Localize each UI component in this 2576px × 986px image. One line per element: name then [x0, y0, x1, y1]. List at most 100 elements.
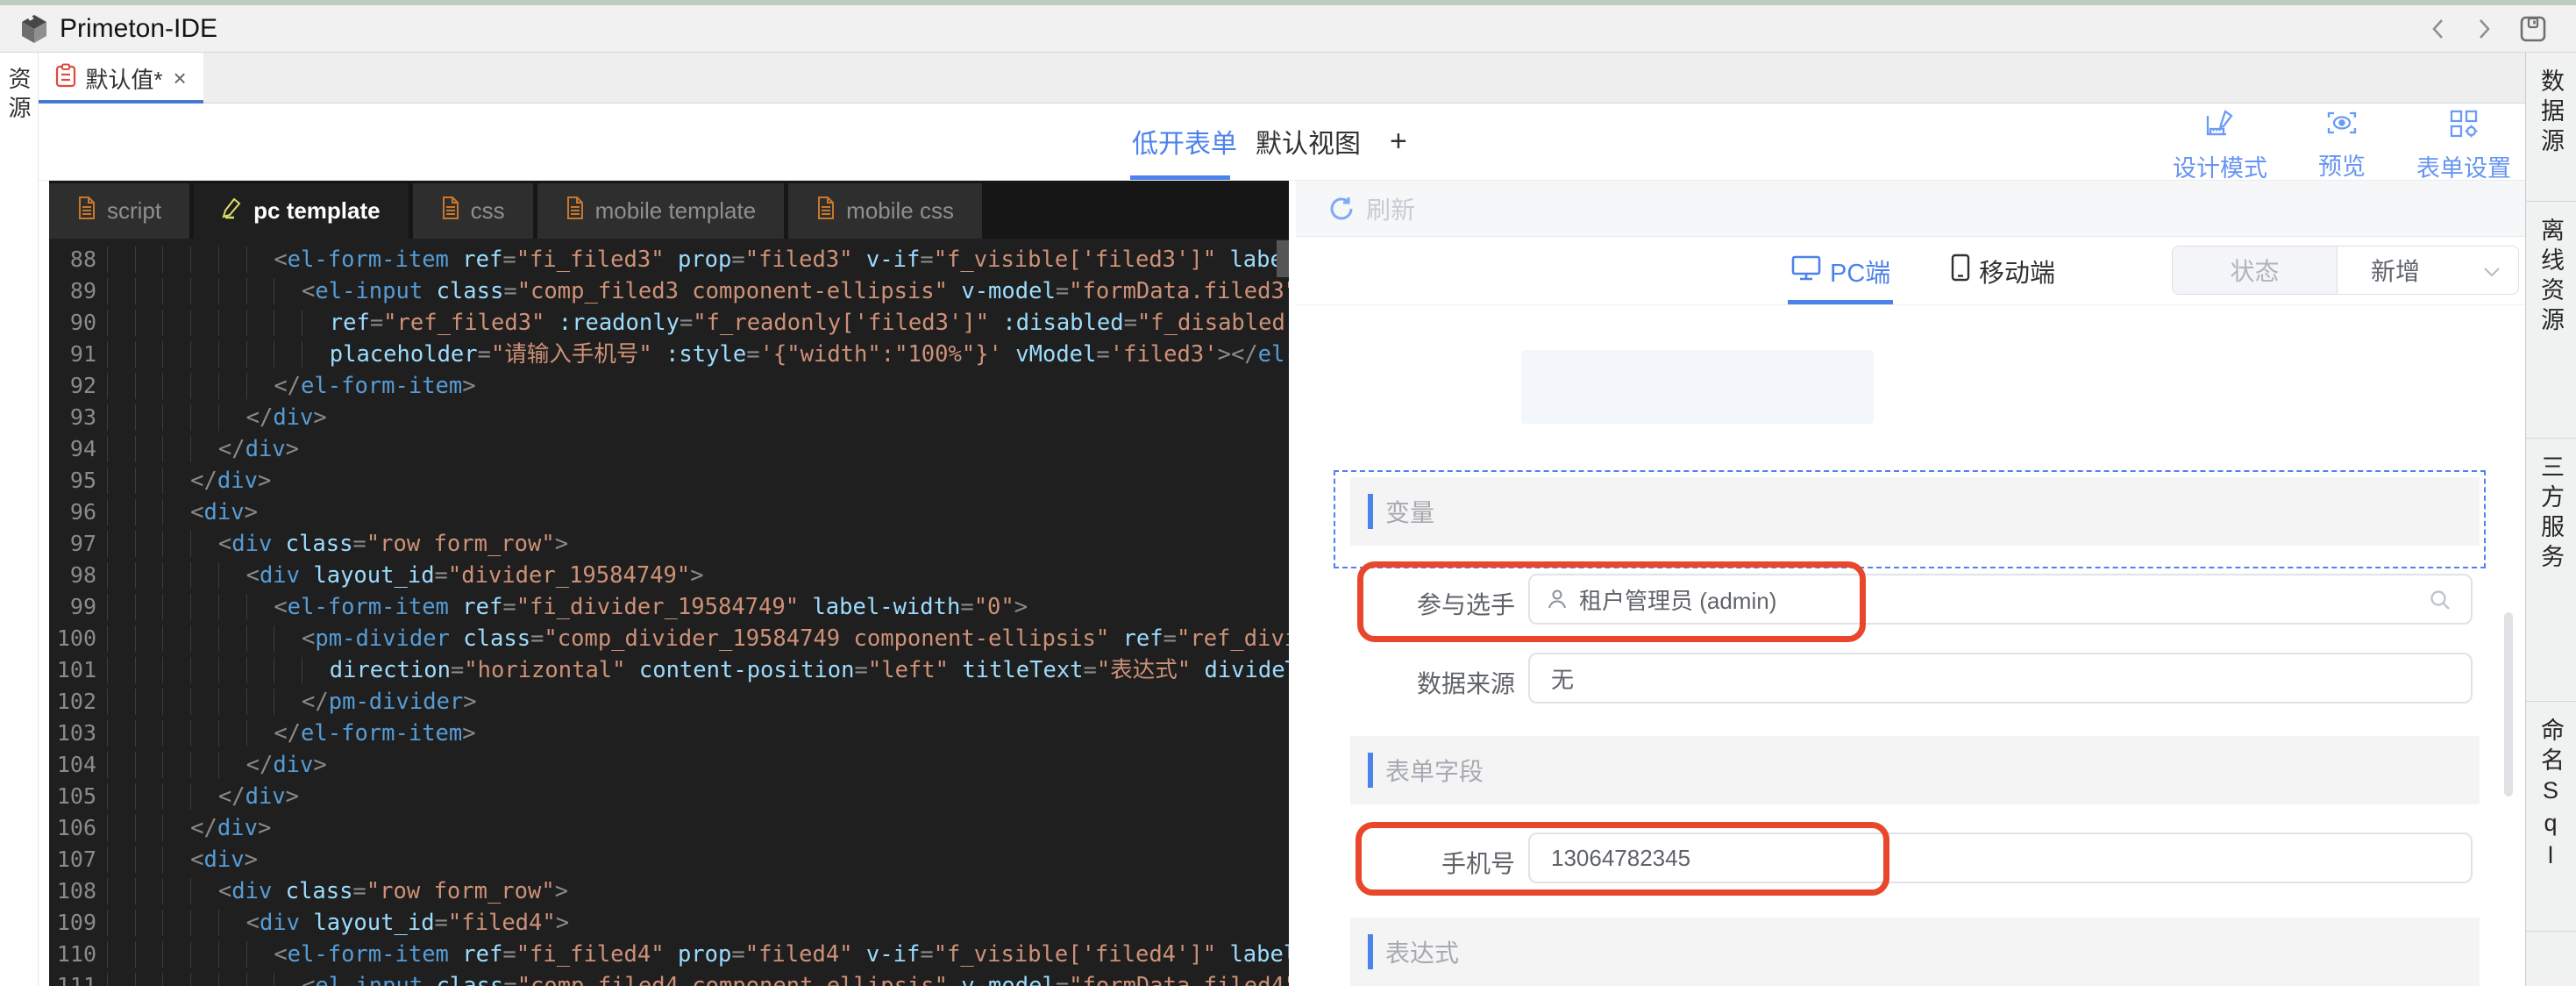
save-icon[interactable] [2520, 16, 2546, 42]
form-settings-label: 表单设置 [2416, 149, 2511, 183]
file-icon [441, 196, 460, 225]
participants-input[interactable]: 租户管理员 (admin) [1528, 574, 2473, 625]
section-variables[interactable]: 变量 [1350, 477, 2480, 546]
code-area[interactable]: 88 <el-form-item ref="fi_filed3" prop="f… [49, 239, 1289, 986]
field-label-data-source: 数据来源 [1331, 665, 1515, 700]
code-line[interactable]: 106 </div> [49, 812, 1289, 844]
toolbar-actions: 设计模式 预览 [2173, 109, 2511, 183]
editor-tab-mobile-css[interactable]: mobile css [788, 183, 982, 239]
file-tab-bar: 默认值* × [39, 53, 2525, 104]
phone-value: 13064782345 [1551, 845, 1690, 872]
data-source-value: 无 [1551, 662, 1574, 695]
code-line[interactable]: 95 </div> [49, 465, 1289, 497]
code-line[interactable]: 103 </el-form-item> [49, 718, 1289, 749]
close-tab-icon[interactable]: × [173, 65, 186, 92]
preview-scrollbar[interactable] [2504, 612, 2513, 797]
monitor-icon [1791, 254, 1821, 289]
section-variables-label: 变量 [1385, 494, 1434, 529]
code-line[interactable]: 96 <div> [49, 497, 1289, 528]
code-line[interactable]: 101 direction="horizontal" content-posit… [49, 654, 1289, 686]
sidebar-item-third-party-services[interactable]: 三方服务 [2526, 439, 2576, 702]
tab-lowcode-form[interactable]: 低开表单 [1132, 104, 1237, 179]
code-line[interactable]: 92 </el-form-item> [49, 370, 1289, 402]
preview-label: 预览 [2318, 147, 2366, 182]
code-line[interactable]: 108 <div class="row form_row"> [49, 875, 1289, 907]
section-expression[interactable]: 表达式 [1350, 918, 2480, 986]
code-line[interactable]: 111 <el-input class="comp_filed4 compone… [49, 970, 1289, 986]
design-mode-button[interactable]: 设计模式 [2173, 109, 2267, 183]
app-window: Primeton-IDE [0, 0, 2576, 986]
code-line[interactable]: 109 <div layout_id="filed4"> [49, 907, 1289, 939]
code-line[interactable]: 98 <div layout_id="divider_19584749"> [49, 560, 1289, 591]
sidebar-item-data-source[interactable]: 数据源 [2526, 53, 2576, 202]
data-source-input[interactable]: 无 [1528, 653, 2473, 704]
editor-tab-mobile-template[interactable]: mobile template [537, 183, 785, 239]
editor-scrollbar[interactable] [1277, 240, 1289, 277]
code-editor[interactable]: script pc template cssmobile template mobil… [49, 181, 1289, 986]
code-line[interactable]: 91 placeholder="请输入手机号" :style='{"width"… [49, 339, 1289, 370]
section-expression-label: 表达式 [1385, 934, 1459, 969]
sidebar-item-offline-resources[interactable]: 离线资源 [2526, 202, 2576, 439]
editor-tab-label: pc template [253, 197, 381, 225]
design-mode-label: 设计模式 [2173, 149, 2267, 183]
nav-forward-icon[interactable] [2474, 16, 2494, 42]
code-line[interactable]: 93 </div> [49, 402, 1289, 433]
code-line[interactable]: 105 </div> [49, 781, 1289, 812]
user-icon [1546, 588, 1569, 611]
eye-icon [2326, 109, 2358, 143]
participants-value: 租户管理员 (admin) [1579, 583, 1776, 616]
editor-tab-label: mobile css [846, 197, 954, 225]
active-view-tab-underline [1130, 175, 1230, 180]
form-preview-panel: 刷新 PC端 移动端 [1296, 181, 2525, 986]
refresh-label[interactable]: 刷新 [1366, 191, 1415, 226]
state-select-label: 状态 [2173, 246, 2338, 294]
code-line[interactable]: 94 </div> [49, 433, 1289, 465]
editor-tab-script[interactable]: script [49, 183, 189, 239]
editor-tab-pc-template[interactable]: pc template [194, 183, 409, 239]
code-line[interactable]: 97 <div class="row form_row"> [49, 528, 1289, 560]
active-device-tab-underline [1788, 300, 1893, 304]
preview-button[interactable]: 预览 [2318, 109, 2366, 183]
tab-pc-label: PC端 [1830, 253, 1890, 289]
app-header: Primeton-IDE [0, 5, 2576, 53]
code-line[interactable]: 90 ref="ref_filed3" :readonly="f_readonl… [49, 307, 1289, 339]
code-line[interactable]: 89 <el-input class="comp_filed3 componen… [49, 275, 1289, 307]
file-tab-default-value[interactable]: 默认值* × [39, 53, 203, 104]
header-nav [2429, 5, 2546, 53]
refresh-icon[interactable] [1327, 195, 1356, 223]
section-accent-bar [1368, 494, 1373, 529]
code-line[interactable]: 102 </pm-divider> [49, 686, 1289, 718]
tab-pc[interactable]: PC端 [1791, 237, 1890, 305]
form-settings-button[interactable]: 表单设置 [2416, 109, 2511, 183]
code-line[interactable]: 100 <pm-divider class="comp_divider_1958… [49, 623, 1289, 654]
phone-icon [1951, 254, 1970, 289]
left-rail: 资源 [0, 53, 39, 986]
tab-mobile-label: 移动端 [1979, 253, 2055, 289]
state-select[interactable]: 状态 新增 [2172, 246, 2519, 295]
field-label-phone: 手机号 [1331, 845, 1515, 880]
sidebar-item-named-sql[interactable]: 命名Sql [2526, 702, 2576, 932]
device-tab-row: PC端 移动端 状态 新增 [1296, 237, 2525, 305]
chevron-down-icon [2483, 266, 2501, 282]
code-line[interactable]: 99 <el-form-item ref="fi_divider_1958474… [49, 591, 1289, 623]
file-icon [566, 196, 585, 225]
add-view-button[interactable]: + [1390, 104, 1407, 179]
code-line[interactable]: 107 <div> [49, 844, 1289, 875]
editor-tab-css[interactable]: css [413, 183, 533, 239]
sidebar-item-resources[interactable]: 资源 [3, 67, 35, 986]
code-line[interactable]: 110 <el-form-item ref="fi_filed4" prop="… [49, 939, 1289, 970]
editor-tab-label: script [107, 197, 161, 225]
sidebar-item-label: 离线资源 [2534, 218, 2568, 438]
section-form-fields[interactable]: 表单字段 [1350, 736, 2480, 804]
tab-mobile[interactable]: 移动端 [1951, 237, 2055, 305]
code-line[interactable]: 88 <el-form-item ref="fi_filed3" prop="f… [49, 244, 1289, 275]
sidebar-item-label: 命名Sql [2534, 718, 2568, 931]
form-placeholder-block[interactable] [1521, 350, 1874, 424]
search-icon[interactable] [2429, 589, 2451, 618]
tab-default-view[interactable]: 默认视图 [1256, 104, 1361, 179]
editor-tab-bar: script pc template cssmobile template mobil… [49, 181, 1289, 239]
code-line[interactable]: 104 </div> [49, 749, 1289, 781]
form-canvas: 变量 参与选手 租户管理员 (admin) 数据来源 [1296, 305, 2525, 986]
phone-input[interactable]: 13064782345 [1528, 832, 2473, 883]
nav-back-icon[interactable] [2429, 16, 2448, 42]
